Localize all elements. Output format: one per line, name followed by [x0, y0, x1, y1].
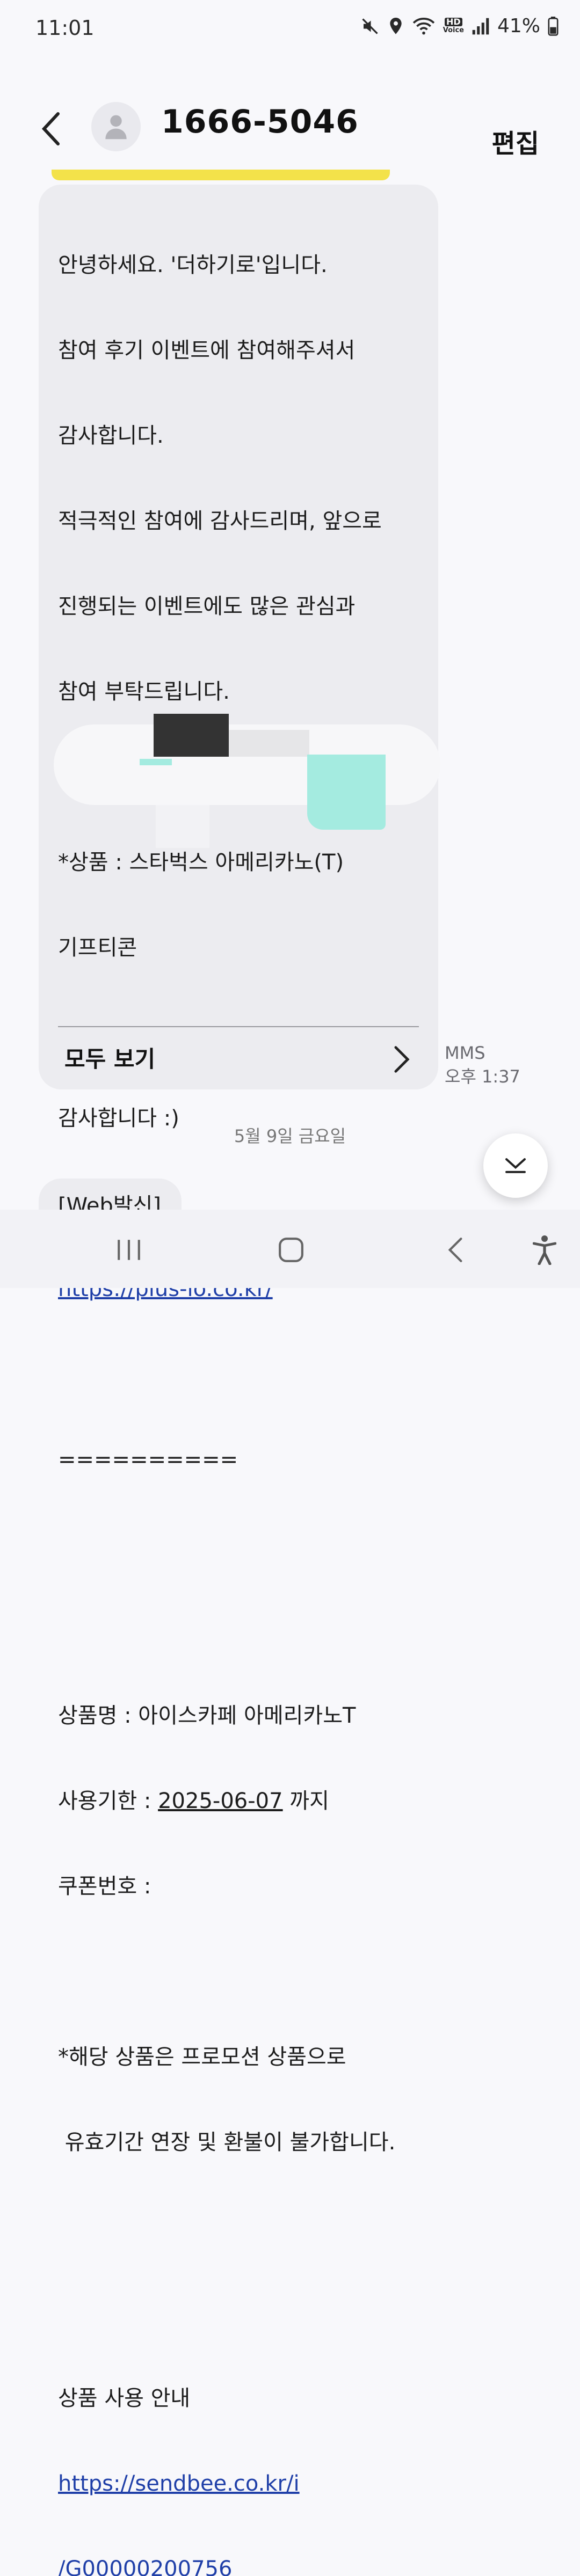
expiry-suffix: 까지 — [282, 1789, 329, 1813]
conversation-header: 1666-5046 편집 — [0, 86, 580, 172]
status-bar: 11:01 HD Voice 41% — [0, 0, 580, 59]
message-line: 기프티콘 — [58, 935, 137, 960]
contact-avatar[interactable] — [91, 102, 141, 151]
back-nav-icon — [448, 1238, 462, 1262]
chevron-right-icon[interactable] — [392, 1043, 411, 1075]
accessibility-icon — [533, 1235, 556, 1265]
message-line: *해당 상품은 프로모션 상품으로 — [58, 2045, 346, 2069]
redaction-overlay — [54, 708, 440, 848]
edit-button[interactable]: 편집 — [492, 122, 539, 160]
signal-icon — [472, 17, 490, 36]
mute-icon — [360, 17, 380, 36]
message-line: 감사합니다. — [58, 423, 164, 448]
message-line: 진행되는 이벤트에도 많은 관심과 — [58, 594, 356, 619]
home-icon — [279, 1238, 303, 1262]
battery-icon — [548, 16, 559, 36]
guide-link-cont[interactable]: /G00000200756 — [58, 2557, 232, 2576]
redaction-dark — [154, 714, 229, 757]
message-line: *상품 : 스타벅스 아메리카노(T) — [58, 850, 344, 875]
message-line: 참여 부탁드립니다. — [58, 679, 230, 704]
hd-label: HD — [445, 17, 462, 26]
message-line: 상품명 : 아이스카페 아메리카노T — [58, 1703, 356, 1728]
back-nav-button[interactable] — [434, 1231, 477, 1269]
accessibility-button[interactable] — [523, 1231, 566, 1269]
expiry-label: 사용기한 : — [58, 1789, 158, 1813]
message-line: 유효기간 연장 및 환불이 불가합니다. — [58, 2130, 396, 2155]
message-type: MMS — [445, 1043, 485, 1063]
redaction-gray — [229, 730, 309, 757]
message-line: 적극적인 참여에 감사드리며, 앞으로 — [58, 509, 382, 533]
see-all-button[interactable]: 모두 보기 — [64, 1041, 155, 1074]
wifi-icon — [412, 17, 436, 36]
voice-label: Voice — [443, 26, 464, 34]
message-line: 참여 후기 이벤트에 참여해주셔서 — [58, 338, 356, 363]
bubble-divider — [58, 1026, 419, 1027]
hd-voice-icon: HD Voice — [443, 17, 464, 35]
redaction-cyan — [307, 755, 386, 830]
message-body: 안녕하세요. '더하기로'입니다. 참여 후기 이벤트에 참여해주셔서 감사합니… — [58, 194, 429, 2576]
message-line: 사용기한 : 2025-06-07 까지 — [58, 1787, 429, 1816]
message-bubble[interactable]: 안녕하세요. '더하기로'입니다. 참여 후기 이벤트에 참여해주셔서 감사합니… — [39, 185, 438, 2576]
battery-percent: 41% — [497, 15, 540, 37]
back-button[interactable] — [35, 107, 68, 150]
guide-link[interactable]: https://sendbee.co.kr/i — [58, 2471, 300, 2496]
chevron-down-icon — [505, 1158, 526, 1173]
contact-title[interactable]: 1666-5046 — [161, 103, 359, 141]
message-line: 상품 사용 안내 — [58, 2386, 191, 2411]
expiry-date-link[interactable]: 2025-06-07 — [158, 1789, 282, 1813]
message-time: 오후 1:37 — [445, 1066, 520, 1087]
back-arrow-icon — [41, 112, 60, 145]
separator-line: ========== — [58, 1447, 238, 1472]
message-line: 안녕하세요. '더하기로'입니다. — [58, 253, 328, 277]
scroll-to-bottom-button[interactable] — [483, 1133, 548, 1198]
person-icon — [105, 115, 127, 140]
location-icon — [387, 17, 404, 36]
previous-message-edge — [52, 170, 390, 180]
system-nav-bar — [0, 1210, 580, 1288]
recents-icon — [118, 1240, 140, 1260]
home-button[interactable] — [270, 1231, 313, 1269]
status-time: 11:01 — [35, 16, 95, 40]
recents-button[interactable] — [107, 1231, 150, 1269]
message-meta: MMS 오후 1:37 — [445, 1041, 520, 1088]
redaction-white-lower — [156, 805, 209, 848]
message-line: 쿠폰번호 : — [58, 1874, 158, 1899]
status-icons: HD Voice 41% — [360, 15, 559, 37]
redaction-cyan-small — [140, 759, 172, 765]
